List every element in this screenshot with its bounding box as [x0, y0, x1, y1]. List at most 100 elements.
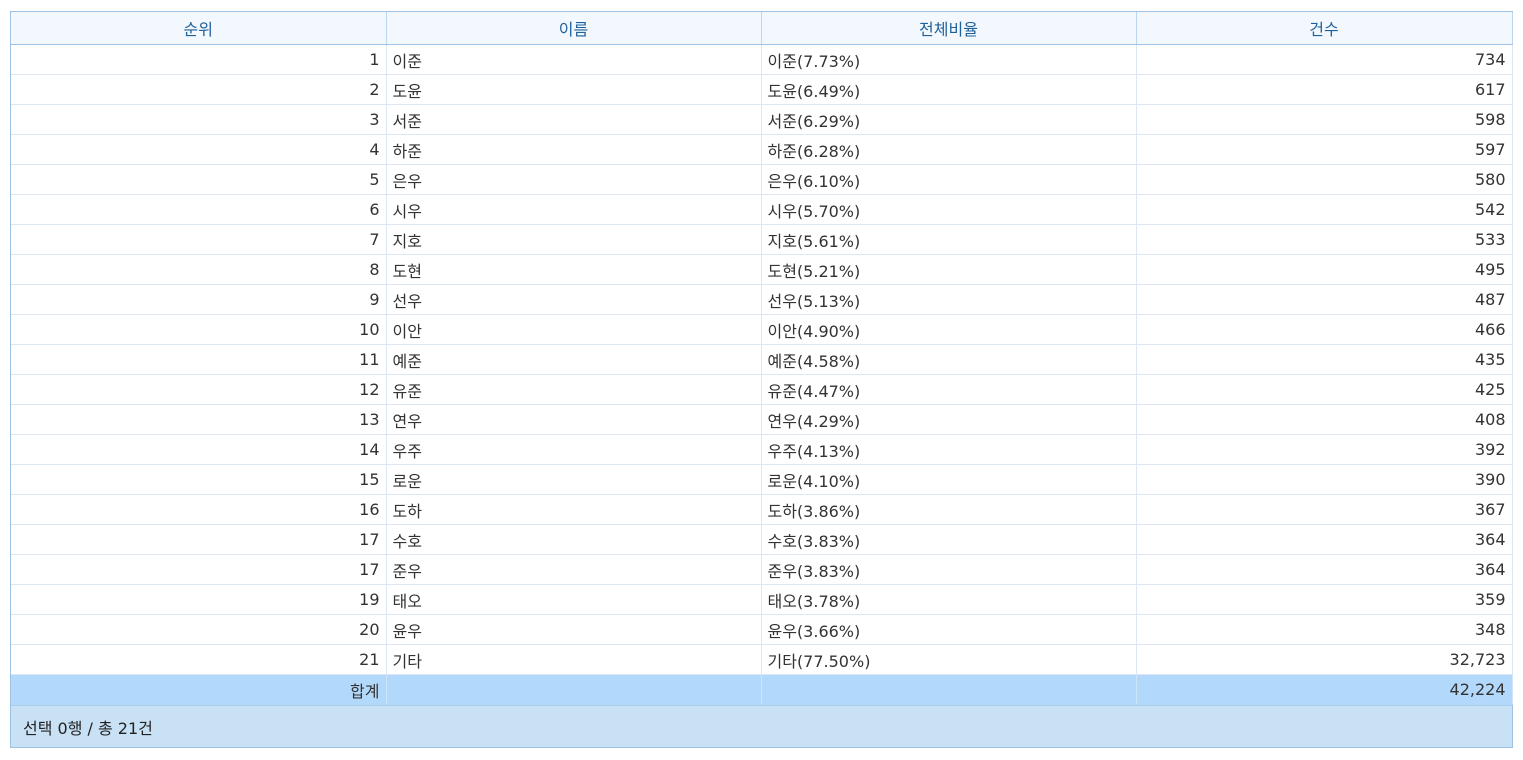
cell-name[interactable]: 준우	[386, 554, 762, 585]
cell-rank[interactable]: 4	[11, 134, 387, 165]
cell-ratio[interactable]: 태오(3.78%)	[761, 584, 1137, 615]
cell-ratio[interactable]: 은우(6.10%)	[761, 164, 1137, 195]
cell-rank[interactable]: 9	[11, 284, 387, 315]
cell-rank[interactable]: 13	[11, 404, 387, 435]
cell-count[interactable]: 617	[1136, 74, 1513, 105]
cell-rank[interactable]: 1	[11, 44, 387, 75]
cell-name[interactable]: 예준	[386, 344, 762, 375]
cell-count[interactable]: 359	[1136, 584, 1513, 615]
cell-rank[interactable]: 19	[11, 584, 387, 615]
cell-rank[interactable]: 17	[11, 554, 387, 585]
table-row[interactable]: 19 태오 태오(3.78%) 359	[11, 584, 1513, 615]
cell-name[interactable]: 이준	[386, 44, 762, 75]
table-row[interactable]: 5 은우 은우(6.10%) 580	[11, 164, 1513, 195]
cell-name[interactable]: 기타	[386, 644, 762, 675]
cell-rank[interactable]: 3	[11, 104, 387, 135]
cell-rank[interactable]: 7	[11, 224, 387, 255]
cell-rank[interactable]: 21	[11, 644, 387, 675]
cell-count[interactable]: 408	[1136, 404, 1513, 435]
cell-count[interactable]: 495	[1136, 254, 1513, 285]
table-row[interactable]: 13 연우 연우(4.29%) 408	[11, 404, 1513, 435]
cell-count[interactable]: 580	[1136, 164, 1513, 195]
table-row[interactable]: 2 도윤 도윤(6.49%) 617	[11, 74, 1513, 105]
table-row[interactable]: 6 시우 시우(5.70%) 542	[11, 194, 1513, 225]
cell-ratio[interactable]: 로운(4.10%)	[761, 464, 1137, 495]
cell-name[interactable]: 은우	[386, 164, 762, 195]
cell-name[interactable]: 도현	[386, 254, 762, 285]
table-row[interactable]: 3 서준 서준(6.29%) 598	[11, 104, 1513, 135]
cell-rank[interactable]: 16	[11, 494, 387, 525]
cell-name[interactable]: 지호	[386, 224, 762, 255]
table-row[interactable]: 4 하준 하준(6.28%) 597	[11, 134, 1513, 165]
table-row[interactable]: 16 도하 도하(3.86%) 367	[11, 494, 1513, 525]
cell-count[interactable]: 487	[1136, 284, 1513, 315]
cell-count[interactable]: 542	[1136, 194, 1513, 225]
cell-rank[interactable]: 15	[11, 464, 387, 495]
cell-ratio[interactable]: 지호(5.61%)	[761, 224, 1137, 255]
cell-name[interactable]: 이안	[386, 314, 762, 345]
cell-ratio[interactable]: 우주(4.13%)	[761, 434, 1137, 465]
cell-name[interactable]: 수호	[386, 524, 762, 555]
column-header-ratio[interactable]: 전체비율	[761, 12, 1137, 45]
column-header-name[interactable]: 이름	[386, 12, 762, 45]
cell-name[interactable]: 하준	[386, 134, 762, 165]
cell-rank[interactable]: 20	[11, 614, 387, 645]
cell-ratio[interactable]: 이안(4.90%)	[761, 314, 1137, 345]
table-row[interactable]: 1 이준 이준(7.73%) 734	[11, 44, 1513, 75]
cell-count[interactable]: 367	[1136, 494, 1513, 525]
cell-name[interactable]: 우주	[386, 434, 762, 465]
cell-rank[interactable]: 12	[11, 374, 387, 405]
cell-count[interactable]: 364	[1136, 524, 1513, 555]
cell-count[interactable]: 392	[1136, 434, 1513, 465]
cell-rank[interactable]: 5	[11, 164, 387, 195]
cell-ratio[interactable]: 하준(6.28%)	[761, 134, 1137, 165]
cell-ratio[interactable]: 서준(6.29%)	[761, 104, 1137, 135]
cell-rank[interactable]: 10	[11, 314, 387, 345]
column-header-count[interactable]: 건수	[1136, 12, 1513, 45]
cell-count[interactable]: 734	[1136, 44, 1513, 75]
cell-name[interactable]: 태오	[386, 584, 762, 615]
cell-name[interactable]: 도윤	[386, 74, 762, 105]
cell-ratio[interactable]: 예준(4.58%)	[761, 344, 1137, 375]
table-row[interactable]: 9 선우 선우(5.13%) 487	[11, 284, 1513, 315]
table-row[interactable]: 12 유준 유준(4.47%) 425	[11, 374, 1513, 405]
cell-ratio[interactable]: 유준(4.47%)	[761, 374, 1137, 405]
column-header-rank[interactable]: 순위	[11, 12, 387, 45]
cell-ratio[interactable]: 연우(4.29%)	[761, 404, 1137, 435]
table-row[interactable]: 10 이안 이안(4.90%) 466	[11, 314, 1513, 345]
table-row[interactable]: 7 지호 지호(5.61%) 533	[11, 224, 1513, 255]
cell-name[interactable]: 시우	[386, 194, 762, 225]
table-row[interactable]: 8 도현 도현(5.21%) 495	[11, 254, 1513, 285]
cell-ratio[interactable]: 도현(5.21%)	[761, 254, 1137, 285]
cell-ratio[interactable]: 준우(3.83%)	[761, 554, 1137, 585]
cell-ratio[interactable]: 기타(77.50%)	[761, 644, 1137, 675]
cell-ratio[interactable]: 도하(3.86%)	[761, 494, 1137, 525]
table-row[interactable]: 17 준우 준우(3.83%) 364	[11, 554, 1513, 585]
cell-count[interactable]: 597	[1136, 134, 1513, 165]
cell-ratio[interactable]: 윤우(3.66%)	[761, 614, 1137, 645]
cell-ratio[interactable]: 선우(5.13%)	[761, 284, 1137, 315]
cell-count[interactable]: 390	[1136, 464, 1513, 495]
cell-rank[interactable]: 6	[11, 194, 387, 225]
cell-name[interactable]: 유준	[386, 374, 762, 405]
table-row[interactable]: 14 우주 우주(4.13%) 392	[11, 434, 1513, 465]
cell-count[interactable]: 425	[1136, 374, 1513, 405]
cell-rank[interactable]: 14	[11, 434, 387, 465]
cell-count[interactable]: 32,723	[1136, 644, 1513, 675]
cell-name[interactable]: 서준	[386, 104, 762, 135]
cell-rank[interactable]: 2	[11, 74, 387, 105]
cell-ratio[interactable]: 이준(7.73%)	[761, 44, 1137, 75]
cell-rank[interactable]: 17	[11, 524, 387, 555]
cell-name[interactable]: 도하	[386, 494, 762, 525]
table-row[interactable]: 21 기타 기타(77.50%) 32,723	[11, 644, 1513, 675]
table-row[interactable]: 15 로운 로운(4.10%) 390	[11, 464, 1513, 495]
cell-count[interactable]: 598	[1136, 104, 1513, 135]
cell-count[interactable]: 364	[1136, 554, 1513, 585]
cell-count[interactable]: 466	[1136, 314, 1513, 345]
cell-ratio[interactable]: 시우(5.70%)	[761, 194, 1137, 225]
table-row[interactable]: 11 예준 예준(4.58%) 435	[11, 344, 1513, 375]
cell-name[interactable]: 연우	[386, 404, 762, 435]
cell-rank[interactable]: 11	[11, 344, 387, 375]
table-row[interactable]: 20 윤우 윤우(3.66%) 348	[11, 614, 1513, 645]
cell-count[interactable]: 533	[1136, 224, 1513, 255]
